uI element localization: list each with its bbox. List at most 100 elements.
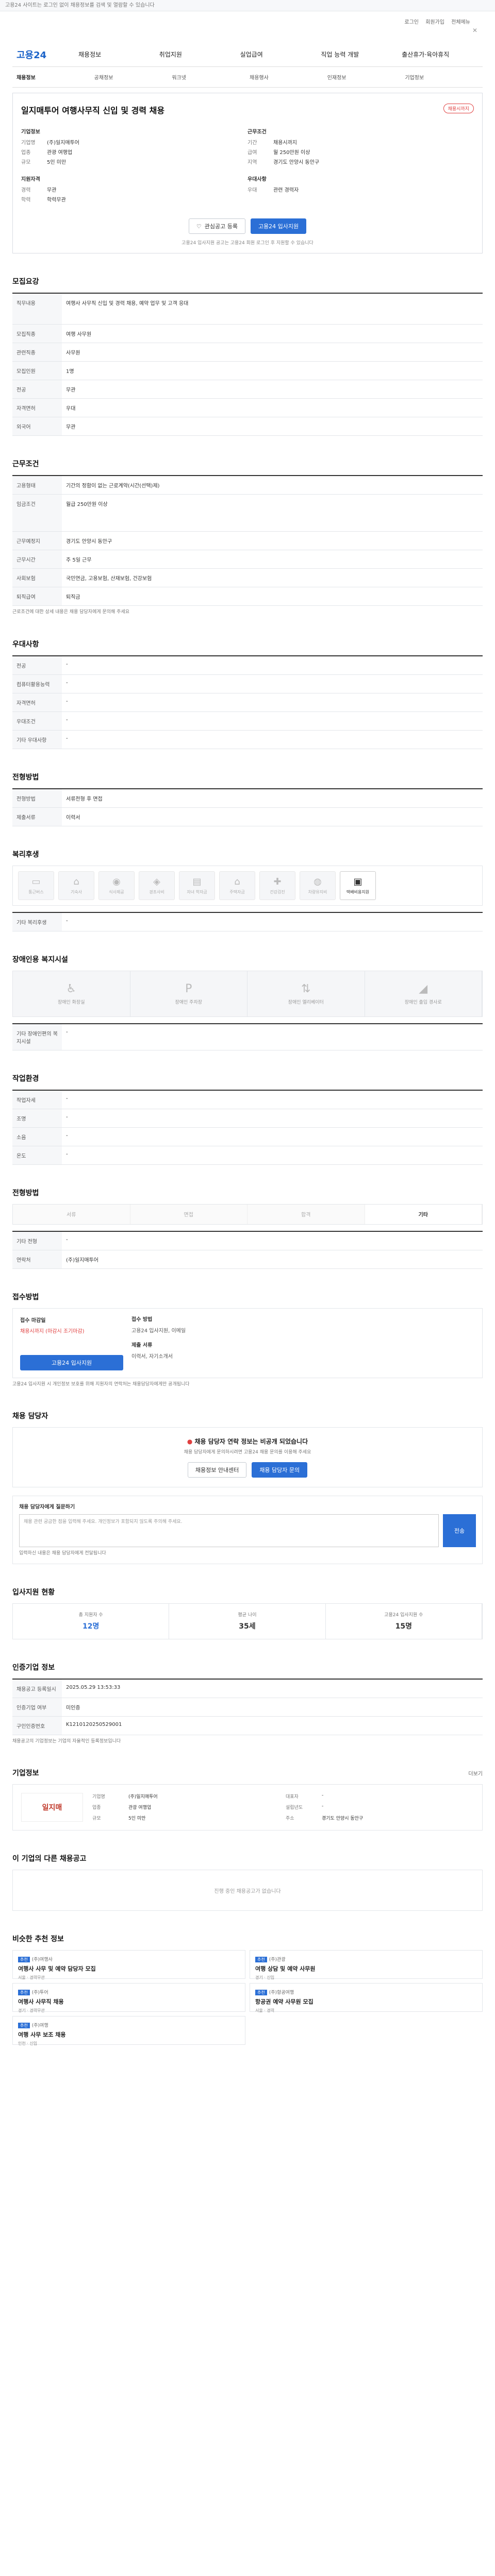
subnav-item[interactable]: 기업정보 [405, 73, 483, 81]
table-header: 임금조건 [12, 495, 62, 531]
table-header: 연락처 [12, 1250, 62, 1268]
gnb-item[interactable]: 취업지원 [159, 50, 240, 59]
table-header: 근무시간 [12, 550, 62, 568]
welfare-icons: ▭ 통근버스 ⌂ 기숙사 ◉ 식사제공 ◈ 경조사비 ▤ 자녀 학자금 ⌂ 주택자금 ✚ 건강… [12, 865, 483, 906]
kv-key: 주소 [286, 1816, 294, 1821]
apply-button-2[interactable]: 고용24 입사지원 [20, 1354, 123, 1370]
ask-manager-button[interactable]: 채용 담당자 문의 [252, 1462, 308, 1478]
reco-card[interactable]: 추천 (주)관광 여행 상담 및 예약 사무원 경기 · 신입 [250, 1950, 483, 1980]
table-cell: - [66, 680, 68, 686]
welfare-item: ⌂ 기숙사 [58, 871, 94, 900]
step-item: 서류 [13, 1204, 130, 1224]
table-header: 기타 전형 [12, 1231, 62, 1250]
kv-key: 기업명 [92, 1794, 105, 1800]
reco-card[interactable]: 추천 (주)여행사 여행사 사무 및 예약 담당자 모집 서울 · 경력무관 [12, 1950, 245, 1980]
kv-value: (주)일지매투어 [128, 1794, 158, 1800]
step-item: 합격 [248, 1204, 365, 1224]
kv-key: 학력 [21, 197, 31, 203]
utility-bar: 로그인 회원가입 전체메뉴 ✕ [12, 11, 483, 42]
table-cell: - [66, 1095, 68, 1101]
info-note: 채용공고의 기업정보는 기업의 자율적인 등록정보입니다 [12, 1738, 121, 1744]
pref-section: 우대사항 전공 - 컴퓨터활용능력 - 자격면허 - 우대조건 - 기타 우대사항 - [12, 639, 483, 749]
subnav-item[interactable]: 채용정보 [16, 73, 94, 81]
gnb-item[interactable]: 직업 능력 개발 [321, 50, 402, 59]
login-link[interactable]: 로그인 [404, 20, 419, 25]
table-cell: - [66, 1151, 68, 1157]
kv-key: 규모 [21, 160, 31, 165]
table-header: 인증기업 여부 [12, 1698, 62, 1716]
table-header: 컴퓨터활용능력 [12, 674, 62, 693]
apply-button[interactable]: 고용24 입사지원 [250, 218, 307, 234]
more-link[interactable]: 더보기 [468, 1769, 483, 1777]
docs-label: 제출 서류 [131, 1342, 153, 1348]
table-header: 기타 복리후생 [12, 912, 62, 931]
site-logo[interactable]: 고용24 [16, 48, 78, 61]
table-cell: 국민연금, 고용보험, 산재보험, 건강보험 [66, 576, 152, 582]
table-header: 자격면허 [12, 399, 62, 417]
kv-value: (주)일지매투어 [47, 140, 80, 146]
select-section: 전형방법 서류 면접 합격 기타 기타 전형 - 연락처 (주)일지매투어 [12, 1188, 483, 1269]
elevator-icon: ⇅ [301, 982, 311, 995]
method-label: 접수 방법 [131, 1316, 153, 1323]
scrap-button[interactable]: ♡ 관심공고 등록 [188, 218, 245, 234]
facility-item: ⇅ 장애인 엘리베이터 [248, 971, 365, 1016]
company-logo: 일지매 [21, 1793, 83, 1822]
facility-item: ◢ 장애인 출입 경사로 [365, 971, 482, 1016]
question-heading: 채용 담당자에게 질문하기 [19, 1504, 75, 1511]
subnav-item[interactable]: 워크넷 [172, 73, 250, 81]
welfare-item: ▭ 통근버스 [18, 871, 54, 900]
question-input[interactable]: 채용 관련 궁금한 점을 입력해 주세요. 개인정보가 포함되지 않도록 주의해… [19, 1514, 439, 1548]
table-cell: - [66, 661, 68, 667]
table-cell: 무관 [66, 387, 76, 393]
global-nav: 채용정보 취업지원 실업급여 직업 능력 개발 출산휴가·육아휴직 [78, 50, 483, 59]
gnb-item[interactable]: 출산휴가·육아휴직 [402, 50, 483, 59]
table-header: 소음 [12, 1127, 62, 1146]
kv-value: - [322, 1793, 324, 1799]
reco-card[interactable]: 추천 (주)항공여행 항공권 예약 사무원 모집 서울 · 경력 [250, 1983, 483, 2013]
section-title: 이 기업의 다른 채용공고 [12, 1855, 87, 1863]
close-icon[interactable]: ✕ [472, 27, 477, 34]
gnb-item[interactable]: 채용정보 [78, 50, 159, 59]
kv-value: 관련 경력자 [273, 188, 299, 193]
table-cell: 서류전형 후 면접 [66, 796, 103, 802]
section-title: 전형방법 [12, 1189, 39, 1197]
welfare-item: ✚ 건강검진 [259, 871, 295, 900]
table-cell: - [66, 1029, 68, 1035]
kv-value: 무관 [47, 188, 57, 193]
notice-sub: 채용 담당자에게 문의하시려면 고용24 채용 문의를 이용해 주세요 [184, 1450, 311, 1455]
section-title: 장애인용 복지시설 [12, 955, 68, 964]
send-button[interactable]: 전송 [443, 1514, 476, 1548]
kv-key: 설립년도 [286, 1805, 303, 1811]
kv-key: 업종 [92, 1805, 101, 1811]
welfare-item: ▤ 자녀 학자금 [179, 871, 215, 900]
alert-icon: ● [187, 1438, 195, 1445]
table-header: 모집직종 [12, 325, 62, 343]
select-steps: 서류 면접 합격 기타 [12, 1204, 483, 1225]
table-cell: 여행 사무원 [66, 332, 92, 337]
table-header: 외국어 [12, 417, 62, 435]
signup-link[interactable]: 회원가입 [425, 20, 444, 25]
disabled-icons: ♿ 장애인 화장실 P 장애인 주차장 ⇅ 장애인 엘리베이터 ◢ 장애인 출입 경사로 [12, 970, 483, 1017]
reco-card[interactable]: 추천 (주)여행 여행 사무 보조 채용 인천 · 신입 [12, 2016, 245, 2046]
deadline-value: 채용시까지 (마감시 조기마감) [20, 1328, 85, 1334]
all-menu-link[interactable]: 전체메뉴 [451, 20, 470, 25]
section-title: 복리후생 [12, 850, 39, 859]
welfare-item: ◍ 차량유지비 [300, 871, 336, 900]
section-title: 접수방법 [12, 1293, 39, 1301]
table-cell: 월급 250만원 이상 [66, 502, 108, 507]
deadline-label: 접수 마감일 [20, 1317, 46, 1324]
kv-key: 경력 [21, 188, 31, 193]
kv-key: 대표자 [286, 1794, 299, 1800]
help-center-button[interactable]: 채용정보 안내센터 [187, 1462, 247, 1478]
subnav-item[interactable]: 공채정보 [94, 73, 172, 81]
kv-key: 기업명 [21, 140, 36, 146]
gnb-item[interactable]: 실업급여 [240, 50, 321, 59]
section-title: 입사지원 현황 [12, 1588, 55, 1597]
section-title: 우대사항 [12, 640, 39, 649]
empty-state: 진행 중인 채용공고가 없습니다 [12, 1870, 483, 1911]
subnav-item[interactable]: 채용행사 [250, 73, 327, 81]
subnav-item[interactable]: 인재정보 [327, 73, 405, 81]
section-title: 전형방법 [12, 773, 39, 782]
job-summary-card: 일지매투어 여행사무직 신입 및 경력 채용 채용시까지 기업정보 기업명 (주)… [12, 93, 483, 253]
reco-card[interactable]: 추천 (주)투어 여행사 사무직 채용 경기 · 경력무관 [12, 1983, 245, 2013]
